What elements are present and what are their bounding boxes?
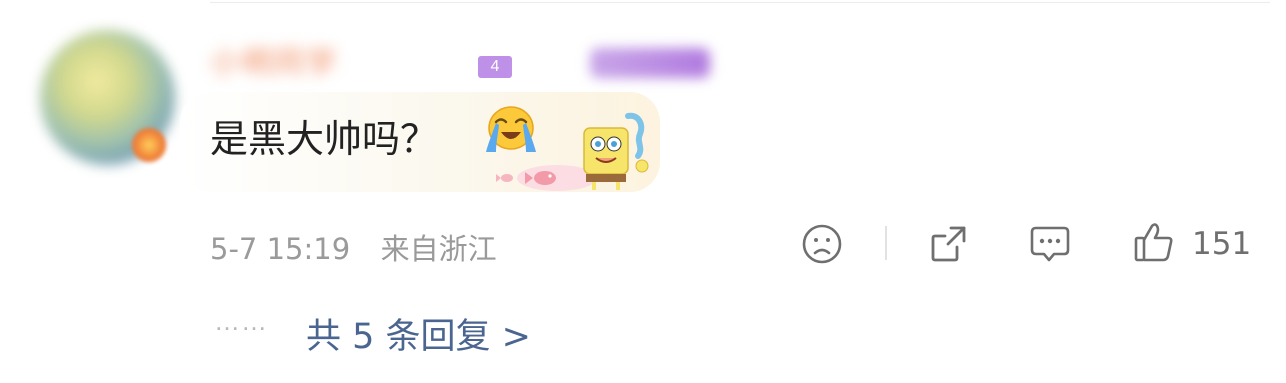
username[interactable]: 小明同学 [210,38,710,82]
crying-face-icon [486,106,536,152]
like-count: 151 [1192,226,1252,262]
username-text: 小明同学 [210,47,338,80]
vip-level-badge: 4 [478,56,512,78]
comment-icon[interactable] [1028,222,1072,266]
view-replies-link[interactable]: 共 5 条回复 > [306,308,531,359]
thumbs-up-icon[interactable] [1132,220,1176,264]
action-divider [885,226,887,260]
spongebob-decoration [583,112,649,190]
top-divider [210,2,1270,3]
timestamp: 5-7 15:19 [210,232,351,266]
avatar-badge-icon [132,128,166,162]
sad-face-icon[interactable] [800,222,844,266]
replies-dots: …… [214,306,268,336]
comment-text: 是黑大帅吗？ [210,117,439,161]
comment-meta: 5-7 15:19 来自浙江 [210,226,497,268]
username-decoration [590,48,710,78]
location: 来自浙江 [380,232,497,266]
share-icon[interactable] [926,222,970,266]
